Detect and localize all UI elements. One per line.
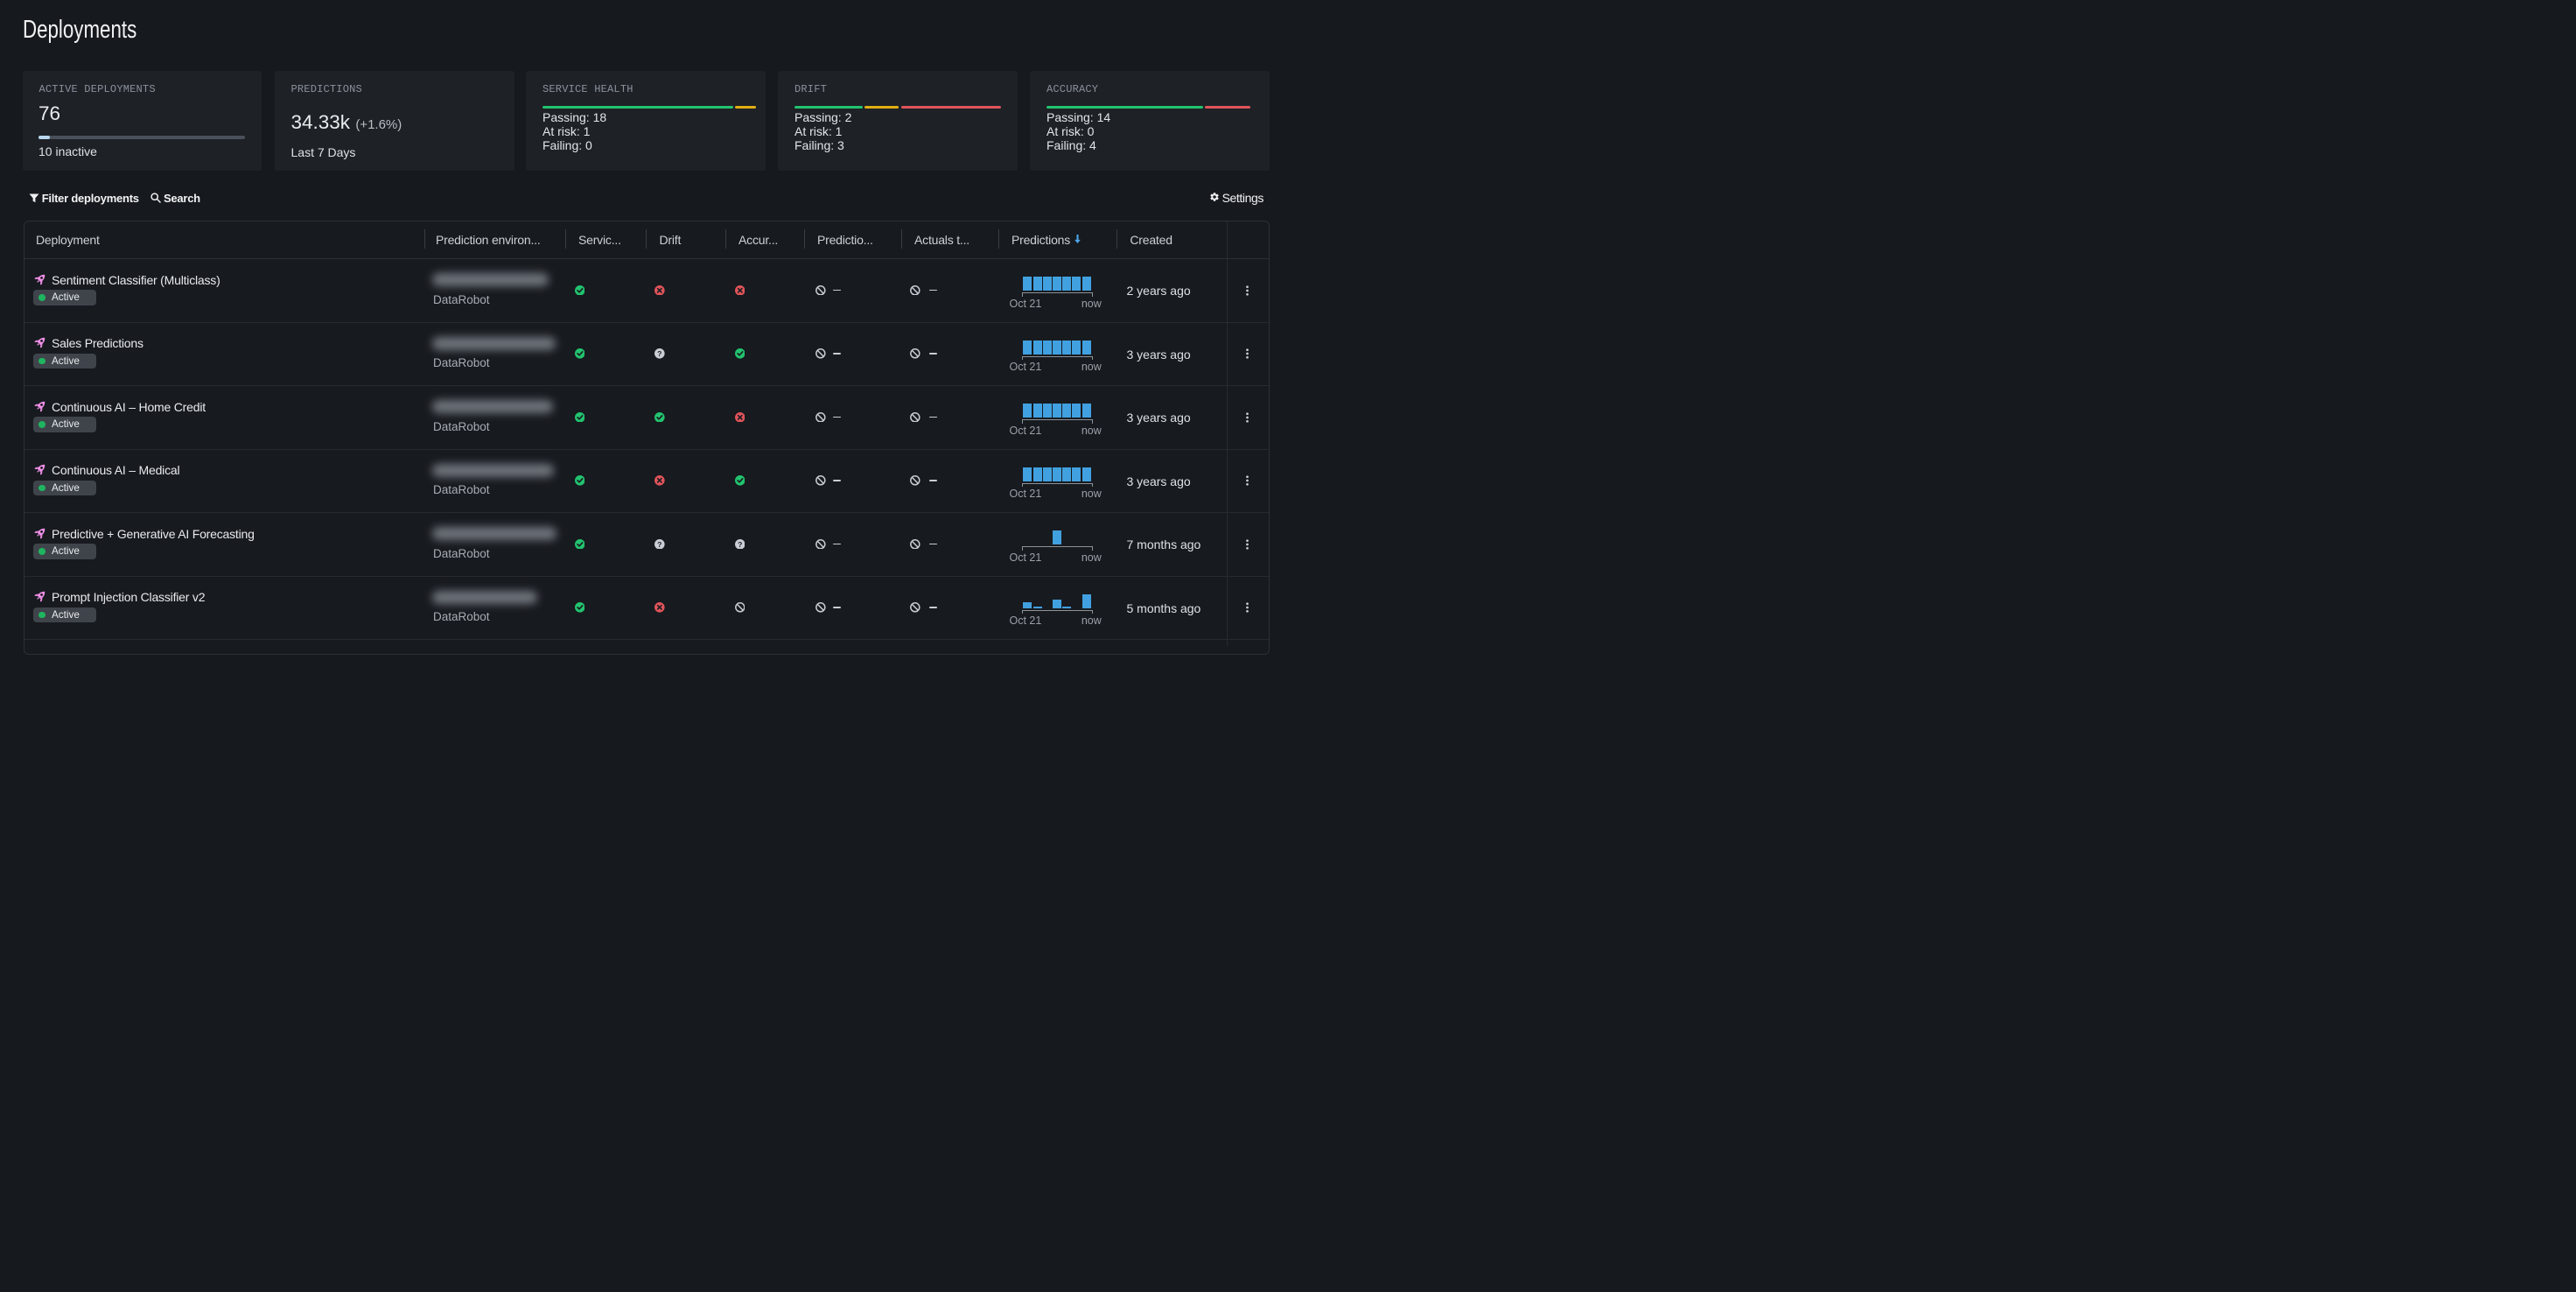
svg-text:?: ? <box>657 349 662 358</box>
svg-text:?: ? <box>657 539 662 548</box>
svg-text:?: ? <box>738 539 742 548</box>
